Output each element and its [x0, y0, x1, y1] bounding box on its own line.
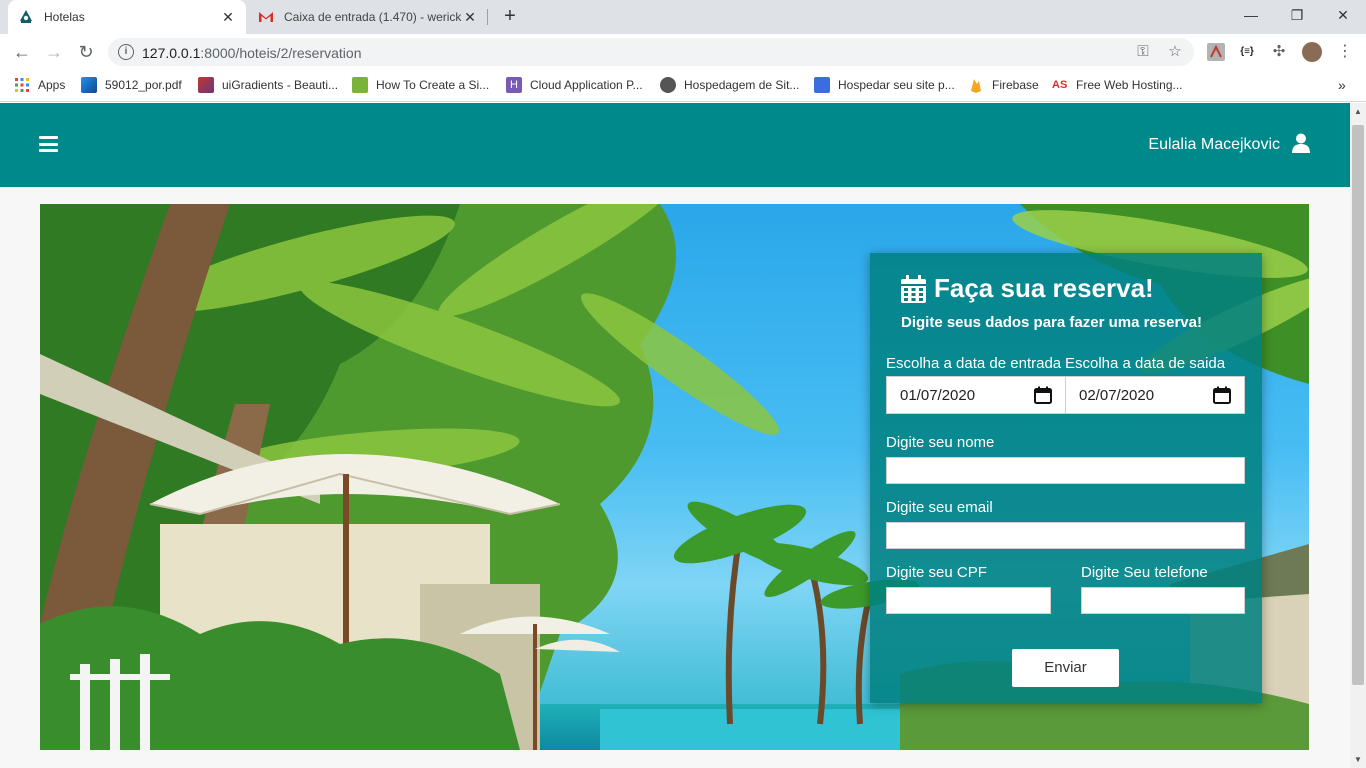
- bookmarks-bar: Apps 59012_por.pdf uiGradients - Beauti.…: [0, 70, 1366, 102]
- profile-avatar[interactable]: [1302, 42, 1322, 62]
- bookmark-cloud-application[interactable]: H Cloud Application P...: [506, 77, 643, 93]
- bookmark-label: How To Create a Si...: [376, 78, 490, 92]
- globe-icon: [660, 77, 676, 93]
- back-icon[interactable]: ←: [10, 40, 34, 64]
- close-window-icon[interactable]: ✕: [1320, 0, 1366, 30]
- name-label: Digite seu nome: [886, 434, 995, 451]
- close-tab-icon[interactable]: ✕: [462, 9, 478, 26]
- new-tab-button[interactable]: +: [498, 4, 522, 28]
- restore-icon[interactable]: ❐: [1274, 0, 1320, 30]
- checkout-label: Escolha a data de saida: [1065, 355, 1226, 372]
- tab-strip: Hotelas ✕ Caixa de entrada (1.470) - wer…: [0, 0, 1366, 34]
- close-tab-icon[interactable]: ✕: [220, 9, 236, 26]
- phone-label: Digite Seu telefone: [1081, 564, 1208, 581]
- site-info-icon[interactable]: i: [118, 44, 134, 60]
- cpf-label: Digite seu CPF: [886, 564, 987, 581]
- star-icon[interactable]: ☆: [1166, 43, 1184, 61]
- extensions-puzzle-icon[interactable]: ✣: [1270, 43, 1288, 61]
- hosting-icon: [814, 77, 830, 93]
- username[interactable]: Eulalia Macejkovic: [1148, 136, 1280, 154]
- pdf-icon: [81, 77, 97, 93]
- cpf-input[interactable]: [886, 587, 1051, 614]
- bookmark-label: Hospedagem de Sit...: [684, 78, 800, 92]
- address-bar[interactable]: i 127.0.0.1:8000/hoteis/2/reservation ⚿ …: [108, 38, 1194, 66]
- apps-grid-icon: [14, 77, 30, 93]
- email-label: Digite seu email: [886, 499, 993, 516]
- key-icon[interactable]: ⚿: [1134, 43, 1152, 61]
- tab-separator: [487, 9, 488, 25]
- form-subtitle: Digite seus dados para fazer uma reserva…: [901, 314, 1202, 331]
- calendar-picker-icon[interactable]: [1034, 386, 1052, 404]
- hotel-favicon-icon: [18, 9, 34, 25]
- page-scrollbar[interactable]: ▲ ▼: [1350, 103, 1366, 768]
- scrollbar-thumb[interactable]: [1352, 125, 1364, 685]
- top-navbar: Eulalia Macejkovic: [0, 103, 1350, 187]
- bookmark-label: Free Web Hosting...: [1076, 78, 1183, 92]
- more-bookmarks-icon[interactable]: »: [1338, 77, 1346, 93]
- minimize-icon[interactable]: —: [1228, 0, 1274, 30]
- tab-gmail[interactable]: Caixa de entrada (1.470) - werick ✕: [248, 0, 488, 34]
- hamburger-icon[interactable]: [39, 136, 58, 152]
- form-header: Faça sua reserva!: [901, 273, 1154, 304]
- scroll-down-icon[interactable]: ▼: [1354, 755, 1362, 764]
- checkin-label: Escolha a data de entrada: [886, 355, 1062, 372]
- checkout-date-input[interactable]: 02/07/2020: [1065, 376, 1245, 414]
- awardspace-icon: AS: [1052, 79, 1068, 91]
- reservation-form: Faça sua reserva! Digite seus dados para…: [870, 253, 1262, 703]
- checkout-date-value: 02/07/2020: [1079, 386, 1155, 404]
- heroku-icon: H: [506, 77, 522, 93]
- forward-icon[interactable]: →: [42, 40, 66, 64]
- tab-hotelas[interactable]: Hotelas ✕: [8, 0, 246, 34]
- firebase-icon: [968, 77, 984, 93]
- tab-title: Caixa de entrada (1.470) - werick: [284, 10, 462, 24]
- bookmark-label: 59012_por.pdf: [105, 78, 182, 92]
- bookmark-hospedar[interactable]: Hospedar seu site p...: [814, 77, 955, 93]
- phone-input[interactable]: [1081, 587, 1245, 614]
- bookmark-label: uiGradients - Beauti...: [222, 78, 339, 92]
- submit-button[interactable]: Enviar: [1012, 649, 1119, 687]
- uigradients-icon: [198, 77, 214, 93]
- bookmark-free-web-hosting[interactable]: AS Free Web Hosting...: [1052, 77, 1183, 93]
- calendar-picker-icon[interactable]: [1213, 386, 1231, 404]
- bookmark-how-to-create[interactable]: How To Create a Si...: [352, 77, 489, 93]
- browser-toolbar: ← → ↻ i 127.0.0.1:8000/hoteis/2/reservat…: [0, 34, 1366, 70]
- scroll-up-icon[interactable]: ▲: [1354, 107, 1362, 116]
- site-icon: [352, 77, 368, 93]
- checkin-date-input[interactable]: 01/07/2020: [886, 376, 1066, 414]
- json-extension-icon[interactable]: {≡}: [1238, 43, 1256, 61]
- reload-icon[interactable]: ↻: [74, 40, 98, 64]
- bookmark-apps[interactable]: Apps: [14, 77, 65, 93]
- url-text[interactable]: 127.0.0.1:8000/hoteis/2/reservation: [142, 45, 362, 61]
- user-icon[interactable]: [1292, 133, 1310, 155]
- url-path: :8000/hoteis/2/reservation: [200, 45, 362, 61]
- calendar-icon: [901, 274, 926, 303]
- bookmark-label: Cloud Application P...: [530, 78, 643, 92]
- bookmark-uigradients[interactable]: uiGradients - Beauti...: [198, 77, 338, 93]
- email-input[interactable]: [886, 522, 1245, 549]
- browser-menu-icon[interactable]: ⋮: [1336, 43, 1354, 61]
- bookmark-firebase[interactable]: Firebase: [968, 77, 1039, 93]
- bookmark-label: Hospedar seu site p...: [838, 78, 955, 92]
- form-title: Faça sua reserva!: [934, 273, 1154, 303]
- tab-title: Hotelas: [44, 10, 85, 24]
- url-host: 127.0.0.1: [142, 45, 201, 61]
- acrobat-extension-icon[interactable]: [1207, 43, 1225, 61]
- bookmark-label: Apps: [38, 78, 66, 92]
- bookmark-label: Firebase: [992, 78, 1039, 92]
- bookmark-hospedagem[interactable]: Hospedagem de Sit...: [660, 77, 799, 93]
- checkin-date-value: 01/07/2020: [900, 386, 976, 404]
- page-content: Eulalia Macejkovic Faça sua reserva! Dig…: [0, 103, 1350, 768]
- bookmark-pdf[interactable]: 59012_por.pdf: [81, 77, 182, 93]
- gmail-favicon-icon: [258, 9, 274, 25]
- name-input[interactable]: [886, 457, 1245, 484]
